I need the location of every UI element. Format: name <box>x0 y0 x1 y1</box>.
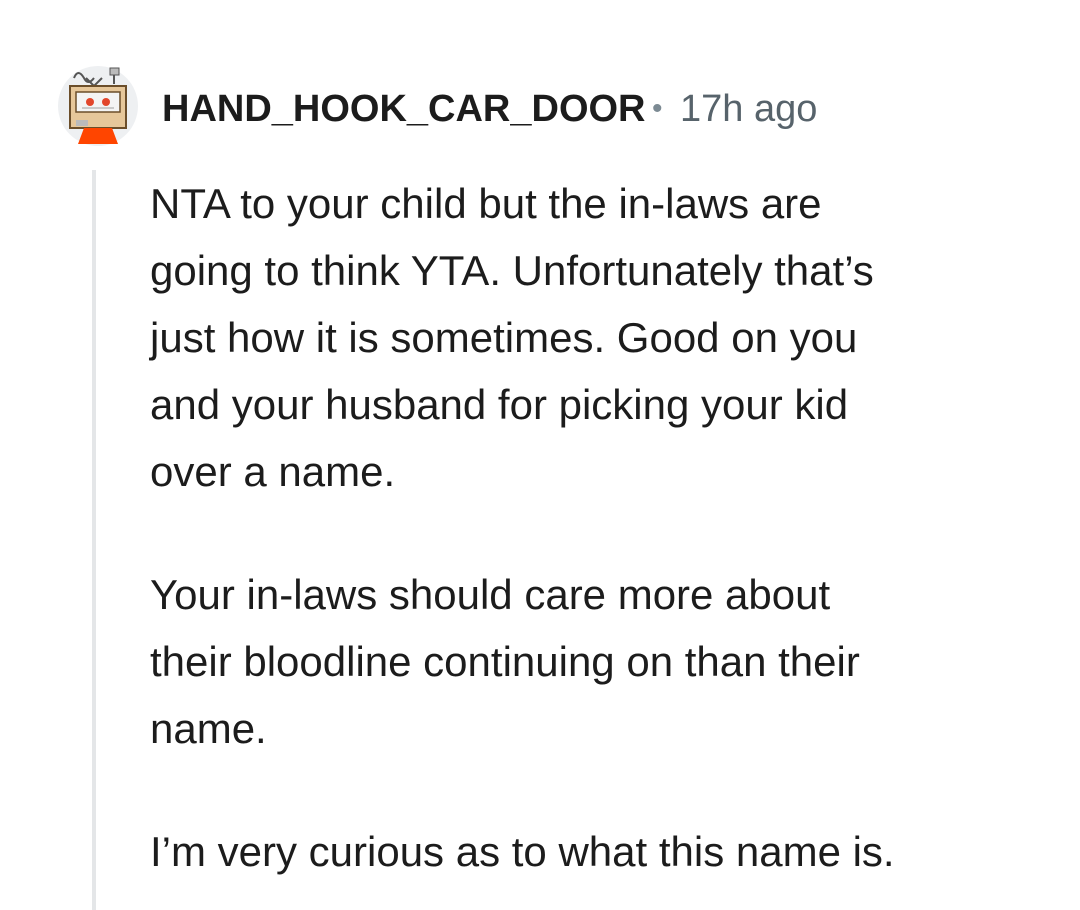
comment-body: NTA to your child but the in-laws are go… <box>150 170 1050 885</box>
thread-collapse-line[interactable] <box>92 170 96 910</box>
meta-separator: • <box>652 92 663 125</box>
comment-author[interactable]: HAND_HOOK_CAR_DOOR <box>162 88 646 131</box>
comment-line: their bloodline continuing on than their <box>150 638 860 685</box>
comment: HAND_HOOK_CAR_DOOR • 17h ago NTA to your… <box>0 0 1080 910</box>
comment-line: NTA to your child but the in-laws are <box>150 180 822 227</box>
comment-line: name. <box>150 705 267 752</box>
comment-line: over a name. <box>150 448 396 495</box>
comment-line: going to think YTA. Unfortunately that’s <box>150 247 874 294</box>
comment-timestamp[interactable]: 17h ago <box>680 88 817 131</box>
comment-paragraph: Your in-laws should care more about thei… <box>150 561 1050 762</box>
comment-line: and your husband for picking your kid <box>150 381 849 428</box>
comment-paragraph: NTA to your child but the in-laws are go… <box>150 170 1050 505</box>
comment-line: just how it is sometimes. Good on you <box>150 314 858 361</box>
comment-line: Your in-laws should care more about <box>150 571 831 618</box>
user-avatar-icon[interactable] <box>56 64 140 148</box>
comment-line: I’m very curious as to what this name is… <box>150 828 895 875</box>
avatar-graphic <box>58 66 138 146</box>
comment-paragraph: I’m very curious as to what this name is… <box>150 818 1050 885</box>
